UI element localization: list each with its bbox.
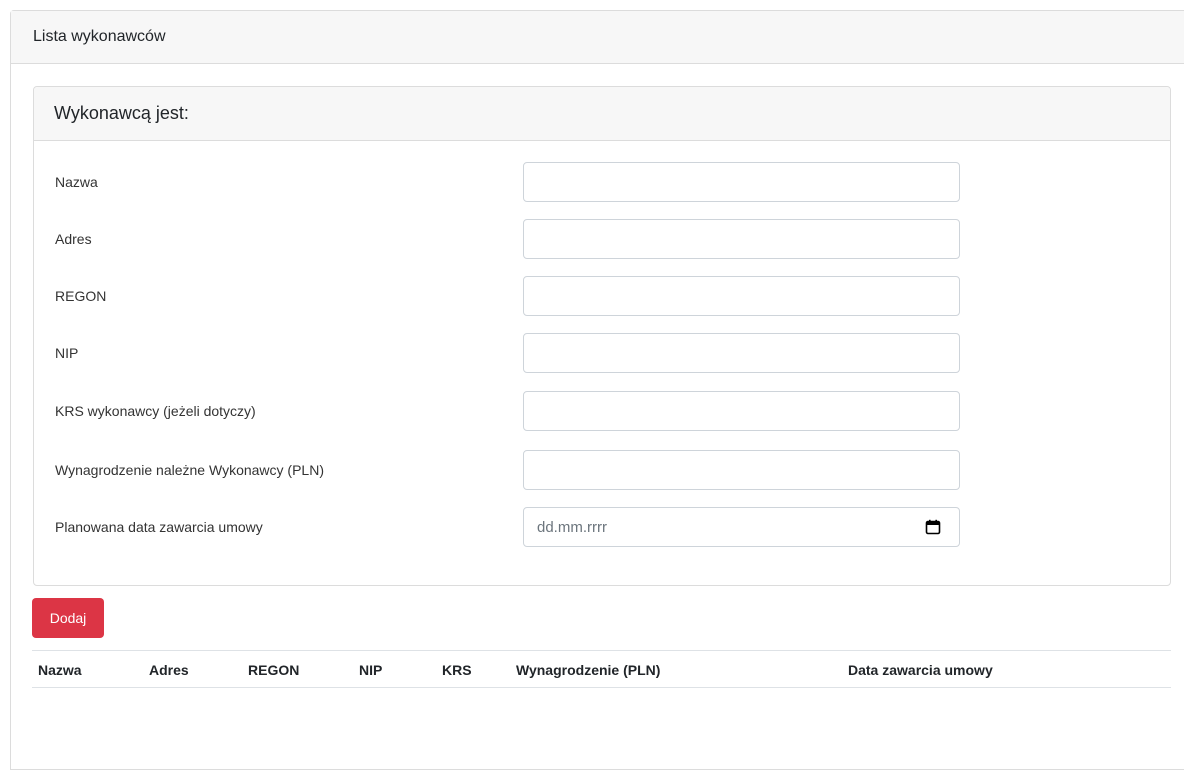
krs-input[interactable]: [523, 391, 960, 431]
remuneration-input[interactable]: [523, 450, 960, 490]
name-label: Nazwa: [55, 174, 98, 190]
form-row-krs: KRS wykonawcy (jeżeli dotyczy): [34, 391, 1170, 431]
name-input[interactable]: [523, 162, 960, 202]
column-header-name: Nazwa: [38, 662, 82, 678]
form-row-name: Nazwa: [34, 162, 1170, 202]
add-button[interactable]: Dodaj: [32, 598, 104, 638]
column-header-nip: NIP: [359, 662, 383, 678]
regon-input[interactable]: [523, 276, 960, 316]
address-input[interactable]: [523, 219, 960, 259]
regon-label: REGON: [55, 288, 107, 304]
contractors-table-header: Nazwa Adres REGON NIP KRS Wynagrodzenie …: [32, 650, 1171, 688]
remuneration-label: Wynagrodzenie należne Wykonawcy (PLN): [55, 462, 324, 478]
form-row-nip: NIP: [34, 333, 1170, 373]
column-header-krs: KRS: [442, 662, 472, 678]
contractors-list-header: Lista wykonawców: [11, 11, 1184, 64]
form-row-contract-date: Planowana data zawarcia umowy dd.mm.rrrr: [34, 507, 1170, 547]
address-label: Adres: [55, 231, 92, 247]
krs-label: KRS wykonawcy (jeżeli dotyczy): [55, 403, 256, 419]
contractor-form-card: Wykonawcą jest: Nazwa Adres REGON NIP KR…: [33, 86, 1171, 586]
contract-date-input[interactable]: dd.mm.rrrr: [523, 507, 960, 547]
nip-input[interactable]: [523, 333, 960, 373]
contractor-form-title: Wykonawcą jest:: [54, 103, 189, 123]
form-row-remuneration: Wynagrodzenie należne Wykonawcy (PLN): [34, 450, 1170, 490]
column-header-regon: REGON: [248, 662, 300, 678]
column-header-address: Adres: [149, 662, 189, 678]
contract-date-label: Planowana data zawarcia umowy: [55, 519, 263, 535]
form-row-address: Adres: [34, 219, 1170, 259]
column-header-remuneration: Wynagrodzenie (PLN): [516, 662, 661, 678]
nip-label: NIP: [55, 345, 79, 361]
contractors-list-title: Lista wykonawców: [33, 28, 166, 45]
contractor-form-header: Wykonawcą jest:: [34, 87, 1170, 141]
contract-date-placeholder: dd.mm.rrrr: [537, 519, 607, 536]
column-header-contract-date: Data zawarcia umowy: [848, 662, 993, 678]
calendar-icon[interactable]: [925, 519, 941, 535]
form-row-regon: REGON: [34, 276, 1170, 316]
